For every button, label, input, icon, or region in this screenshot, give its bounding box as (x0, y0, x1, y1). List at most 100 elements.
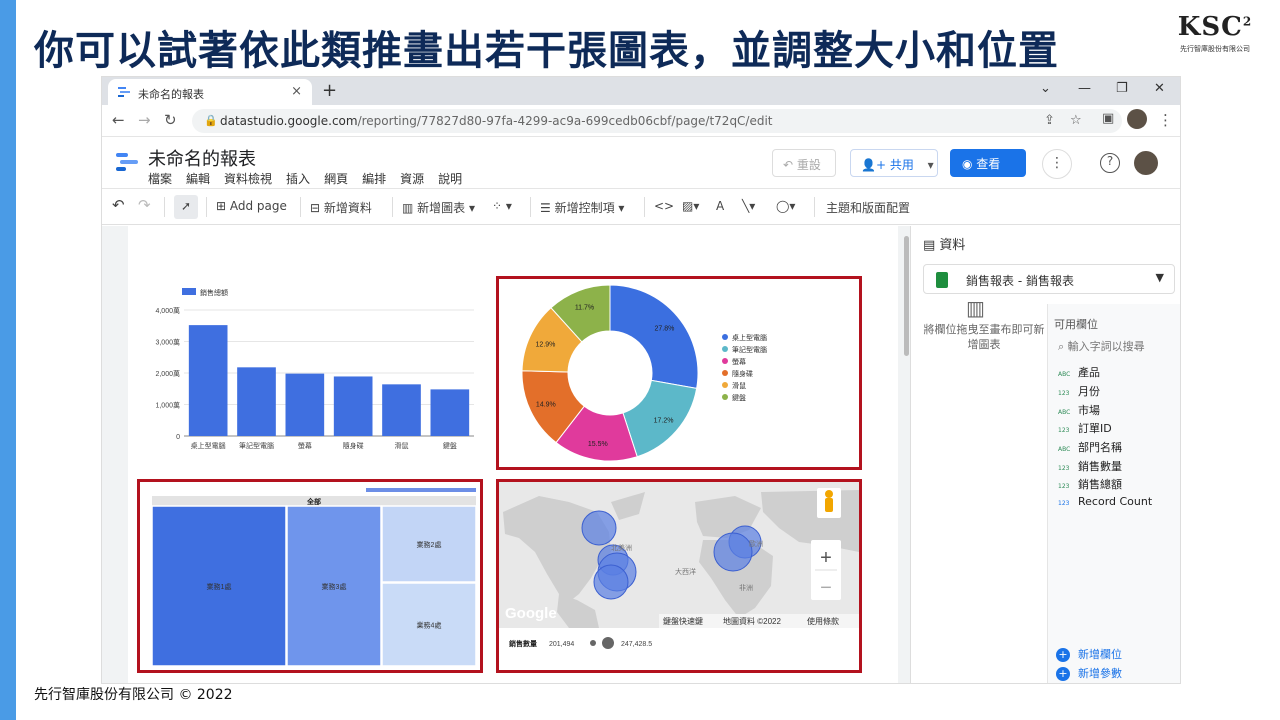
field-item[interactable]: ABC 部門名稱 (1058, 439, 1122, 455)
table-icon: ▤ (923, 238, 940, 253)
treemap-frame[interactable]: 全部 業務1處 業務3處 業務2處 業務4處 (137, 479, 483, 673)
divider (644, 197, 645, 217)
legend-label: 螢幕 (732, 357, 746, 366)
undo-icon[interactable]: ↶ (112, 196, 125, 214)
share-button[interactable]: 👤+ 共用 ▾ (850, 149, 938, 177)
theme-layout-button[interactable]: 主題和版面配置 (826, 199, 910, 216)
field-item[interactable]: 123 Record Count (1058, 495, 1152, 508)
pie-slice (609, 284, 699, 389)
add-chart-button[interactable]: ▥ 新增圖表 ▾ (402, 199, 475, 216)
browser-window: 未命名的報表 × + ⌄ — ❐ ✕ ← → ↻ 🔒 datastudio.go… (101, 76, 1181, 684)
add-field-button[interactable]: + 新增欄位 (1056, 646, 1122, 662)
slice-label: 15.5% (588, 441, 608, 448)
add-page-icon: ⊞ (216, 199, 230, 213)
report-title[interactable]: 未命名的報表 (148, 145, 256, 171)
menu-item[interactable]: 資料檢視 (224, 170, 272, 187)
menu-item[interactable]: 檔案 (148, 170, 172, 187)
back-icon[interactable]: ← (112, 111, 125, 129)
menu-item[interactable]: 說明 (438, 170, 462, 187)
legend-label: 銷售總額 (200, 288, 228, 297)
attribution-mapdata: 地圖資料 ©2022 (723, 616, 781, 626)
menu-bar: 檔案 編輯 資料檢視 插入 網頁 編排 資源 說明 (148, 170, 462, 187)
available-fields: 可用欄位 ⌕ 輸入字詞以搜尋 ABC 產品 123 月份 ABC 市場 123 訂單ID… (1047, 304, 1180, 683)
browser-menu-icon[interactable]: ⋮ (1158, 111, 1173, 129)
menu-item[interactable]: 編排 (362, 170, 386, 187)
bookmark-star-icon[interactable]: ☆ (1070, 113, 1082, 128)
minimize-icon[interactable]: — (1078, 81, 1091, 96)
pegman-icon (825, 498, 833, 512)
map-frame[interactable]: 北美洲 大西洋 非洲 歐洲 + − Google 鍵盤快速鍵 地圖資料 ©2022 使用條款 銷售數… (496, 479, 862, 673)
menu-item[interactable]: 編輯 (186, 170, 210, 187)
menu-item[interactable]: 資源 (400, 170, 424, 187)
field-item[interactable]: 123 訂單ID (1058, 420, 1112, 436)
view-button[interactable]: ◉ 查看 (950, 149, 1026, 177)
line-icon[interactable]: ╲▾ (742, 199, 755, 213)
field-item[interactable]: ABC 市場 (1058, 402, 1100, 418)
app-header: 未命名的報表 檔案 編輯 資料檢視 插入 網頁 編排 資源 說明 ↶ 重設 👤+… (102, 137, 1180, 189)
eye-icon: ◉ (962, 157, 977, 171)
field-item[interactable]: ABC 產品 (1058, 364, 1100, 380)
slice-label: 14.9% (536, 401, 556, 408)
data-source-select[interactable]: 銷售報表 - 銷售報表 ▼ (923, 264, 1175, 294)
add-control-button[interactable]: ☰ 新增控制項 ▾ (540, 199, 624, 216)
ksc-company-name: 先行智庫股份有限公司 (1180, 45, 1250, 53)
text-box-icon[interactable]: A (716, 199, 724, 213)
help-icon[interactable]: ? (1100, 153, 1120, 173)
community-viz-icon[interactable]: ⁘ ▾ (492, 199, 512, 213)
report-page[interactable]: 銷售總額 0 1,000萬 2,000萬 3,000萬 4,000萬 桌上型電腦 筆記型電腦螢… (128, 226, 898, 683)
url-field[interactable]: 🔒 datastudio.google.com/reporting/77827d… (192, 109, 1122, 133)
side-panel-icon[interactable]: ▣ (1102, 111, 1114, 126)
legend-dot (722, 358, 728, 364)
reset-button[interactable]: ↶ 重設 (772, 149, 836, 177)
menu-item[interactable]: 插入 (286, 170, 310, 187)
browser-tab[interactable]: 未命名的報表 × (108, 79, 312, 105)
map-legend-large (602, 637, 614, 649)
fields-title: 可用欄位 (1054, 318, 1098, 331)
add-page-button[interactable]: ⊞ Add page (216, 199, 287, 213)
pie-chart[interactable]: 27.8% 17.2% 15.5% 14.9% 12.9% 11.7% 桌上型電腦筆記型電腦… (499, 279, 859, 467)
select-tool-icon[interactable]: ➚ (174, 195, 198, 219)
menu-item[interactable]: 網頁 (324, 170, 348, 187)
more-options-icon[interactable]: ⋮ (1042, 149, 1072, 179)
close-window-icon[interactable]: ✕ (1154, 81, 1165, 96)
legend-label: 鍵盤 (732, 393, 746, 402)
redo-icon[interactable]: ↷ (138, 196, 151, 214)
add-data-button[interactable]: ⊟ 新增資料 (310, 199, 372, 216)
legend-dot (722, 394, 728, 400)
image-icon[interactable]: ▨▾ (682, 199, 699, 213)
x-tick-label: 鍵盤 (443, 441, 457, 450)
slice-label: 27.8% (654, 325, 674, 332)
y-tick-label: 3,000萬 (155, 338, 180, 347)
tab-close-icon[interactable]: × (291, 84, 302, 99)
embed-code-icon[interactable]: <> (654, 199, 674, 213)
forward-icon[interactable]: → (138, 111, 151, 129)
treemap-chart[interactable]: 全部業務1處 業務3處 業務2處業務4處 (140, 482, 480, 670)
add-parameter-button[interactable]: + 新增參數 (1056, 665, 1122, 681)
pie-chart-frame[interactable]: 27.8% 17.2% 15.5% 14.9% 12.9% 11.7% 桌上型電腦 筆記型電腦… (496, 276, 862, 470)
field-item[interactable]: 123 月份 (1058, 383, 1100, 399)
tab-strip: 未命名的報表 × + ⌄ — ❐ ✕ (102, 77, 1180, 105)
map-place-label: 北美洲 (611, 543, 632, 552)
reload-icon[interactable]: ↻ (164, 111, 177, 129)
tab-search-icon[interactable]: ⌄ (1040, 81, 1051, 96)
treemap-label: 業務1處 (207, 582, 232, 591)
user-avatar[interactable] (1134, 151, 1158, 175)
legend-label: 筆記型電腦 (732, 345, 767, 354)
bubble-map[interactable]: 北美洲大西洋非洲 歐洲 + − Google 鍵盤快速鍵 地圖資料 ©2022 使用條款銷售數… (499, 482, 859, 670)
field-search-input[interactable]: ⌕ 輸入字詞以搜尋 (1058, 338, 1145, 354)
profile-avatar[interactable] (1127, 109, 1147, 129)
accent-bar (0, 0, 16, 720)
field-item[interactable]: 123 銷售數量 (1058, 458, 1122, 474)
map-place-label: 非洲 (739, 583, 753, 592)
chevron-down-icon[interactable]: ▾ (924, 158, 934, 172)
data-panel-title: ▤ 資料 (923, 238, 966, 253)
new-tab-button[interactable]: + (322, 80, 337, 101)
restore-icon[interactable]: ❐ (1116, 81, 1128, 96)
footer-copyright: 先行智庫股份有限公司 © 2022 (34, 687, 233, 703)
field-item[interactable]: 123 銷售總額 (1058, 476, 1122, 492)
canvas-scrollbar[interactable] (904, 236, 909, 356)
share-page-icon[interactable]: ⇪ (1044, 113, 1055, 128)
canvas-area: 銷售總額 0 1,000萬 2,000萬 3,000萬 4,000萬 桌上型電腦 筆記型電腦螢… (102, 226, 910, 683)
shape-icon[interactable]: ◯▾ (776, 199, 795, 213)
bar-chart[interactable]: 銷售總額 0 1,000萬 2,000萬 3,000萬 4,000萬桌上型電腦 筆記型電腦 螢… (142, 286, 488, 466)
